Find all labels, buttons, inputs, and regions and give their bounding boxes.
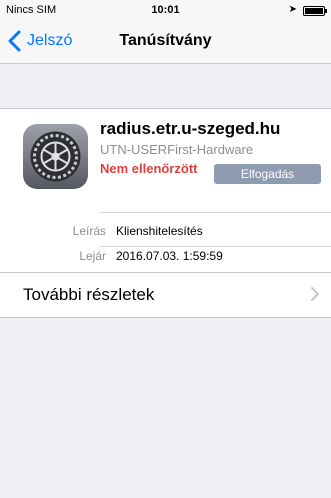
more-details-label: További részletek [23,285,155,304]
description-value: Klienshitelesítés [116,224,203,238]
certificate-issuer: UTN-USERFirst-Hardware [100,142,254,157]
chevron-right-icon [311,287,319,301]
expiry-key: Lejár [79,249,106,263]
back-button-label: Jelszó [27,32,73,49]
battery-icon [303,6,327,16]
status-bar: Nincs SIM 10:01 ➤ [0,0,331,20]
accept-button[interactable]: Elfogadás [214,164,321,184]
navigation-bar: Jelszó Tanúsítvány [0,20,331,64]
more-details-row[interactable]: További részletek [0,272,331,318]
back-button[interactable]: Jelszó [8,30,72,52]
clock: 10:01 [151,4,180,16]
certificate-card: radius.etr.u-szeged.hu UTN-USERFirst-Har… [0,108,331,272]
verification-status: Nem ellenőrzött [100,161,198,176]
settings-gear-icon [23,124,88,189]
description-key: Leírás [72,224,106,238]
certificate-host: radius.etr.u-szeged.hu [100,119,281,138]
divider [100,246,331,247]
location-arrow-icon: ➤ [288,4,297,15]
divider [100,212,331,213]
expiry-value: 2016.07.03. 1:59:59 [116,249,223,263]
chevron-left-icon [8,30,21,52]
